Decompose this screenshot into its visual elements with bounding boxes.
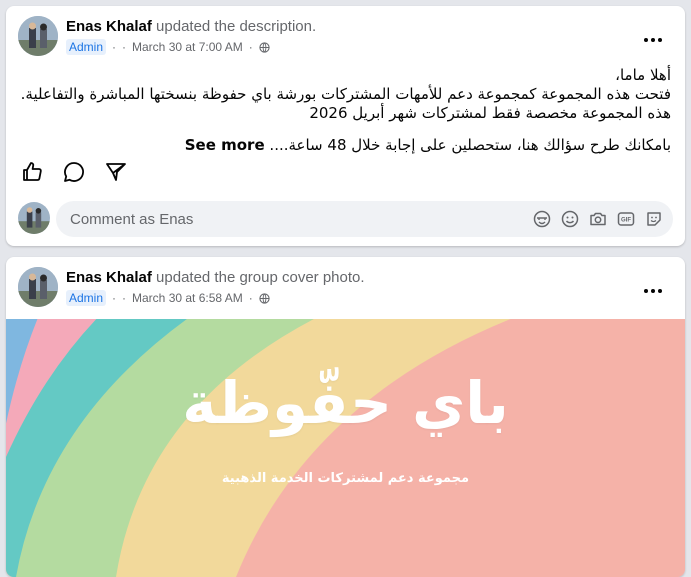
cover-title: باي حفّوظة [182, 369, 509, 437]
comment-icon[interactable] [62, 160, 86, 184]
cover-photo[interactable]: باي حفّوظة مجموعة دعم لمشتركات الخدمة ال… [6, 319, 685, 577]
more-options-button[interactable] [639, 281, 667, 301]
post-text-line: فتحت هذه المجموعة كمجموعة دعم للأمهات ال… [20, 85, 671, 122]
comment-tools: GIF [533, 210, 663, 228]
globe-icon [259, 41, 270, 53]
separator: · [122, 40, 127, 54]
post-body: أهلا ماما، فتحت هذه المجموعة كمجموعة دعم… [20, 66, 671, 155]
avatar-sticker-icon[interactable] [533, 210, 551, 228]
post-meta: Admin · · March 30 at 7:00 AM · [66, 39, 270, 55]
admin-badge: Admin [66, 39, 107, 55]
comment-composer: GIF [18, 201, 673, 238]
post-meta: Admin · · March 30 at 6:58 AM · [66, 290, 270, 306]
post-card: Enas Khalaf updated the group cover phot… [6, 257, 685, 577]
author-line: Enas Khalaf updated the group cover phot… [66, 269, 365, 286]
post-text-line: أهلا ماما، [615, 66, 671, 84]
comment-box[interactable]: GIF [56, 201, 673, 237]
post-timestamp[interactable]: March 30 at 6:58 AM [132, 291, 243, 305]
post-actions [20, 160, 128, 184]
gif-icon[interactable]: GIF [617, 210, 635, 228]
separator: · [248, 291, 253, 305]
separator: · [112, 291, 117, 305]
post-action-text: updated the group cover photo. [156, 269, 365, 286]
avatar[interactable] [18, 267, 58, 307]
admin-badge: Admin [66, 290, 107, 306]
separator: · [122, 291, 127, 305]
sticker-icon[interactable] [645, 210, 663, 228]
post-text-last: بامكانك طرح سؤالك هنا، ستحصلين على إجابة… [269, 136, 671, 154]
separator: · [112, 40, 117, 54]
post-header: Enas Khalaf updated the group cover phot… [18, 267, 673, 311]
comment-input[interactable] [68, 209, 372, 229]
post-timestamp[interactable]: March 30 at 7:00 AM [132, 40, 243, 54]
more-options-button[interactable] [639, 30, 667, 50]
camera-icon[interactable] [589, 210, 607, 228]
author-name[interactable]: Enas Khalaf [66, 18, 152, 35]
share-icon[interactable] [104, 160, 128, 184]
post-header: Enas Khalaf updated the description. Adm… [18, 16, 673, 60]
post-text-line: بامكانك طرح سؤالك هنا، ستحصلين على إجابة… [20, 136, 671, 155]
svg-text:GIF: GIF [621, 218, 631, 224]
author-name[interactable]: Enas Khalaf [66, 269, 152, 286]
emoji-icon[interactable] [561, 210, 579, 228]
post-card: Enas Khalaf updated the description. Adm… [6, 6, 685, 246]
more-horizontal-icon [644, 289, 648, 293]
like-icon[interactable] [20, 160, 44, 184]
post-action-text: updated the description. [156, 18, 317, 35]
separator: · [248, 40, 253, 54]
author-line: Enas Khalaf updated the description. [66, 18, 316, 35]
see-more-link[interactable]: See more [185, 136, 265, 154]
cover-subtitle: مجموعة دعم لمشتركات الخدمة الذهبية [221, 471, 470, 486]
avatar[interactable] [18, 16, 58, 56]
cover-photo-image [6, 319, 685, 577]
globe-icon [259, 292, 270, 304]
more-horizontal-icon [644, 38, 648, 42]
avatar[interactable] [18, 202, 50, 234]
